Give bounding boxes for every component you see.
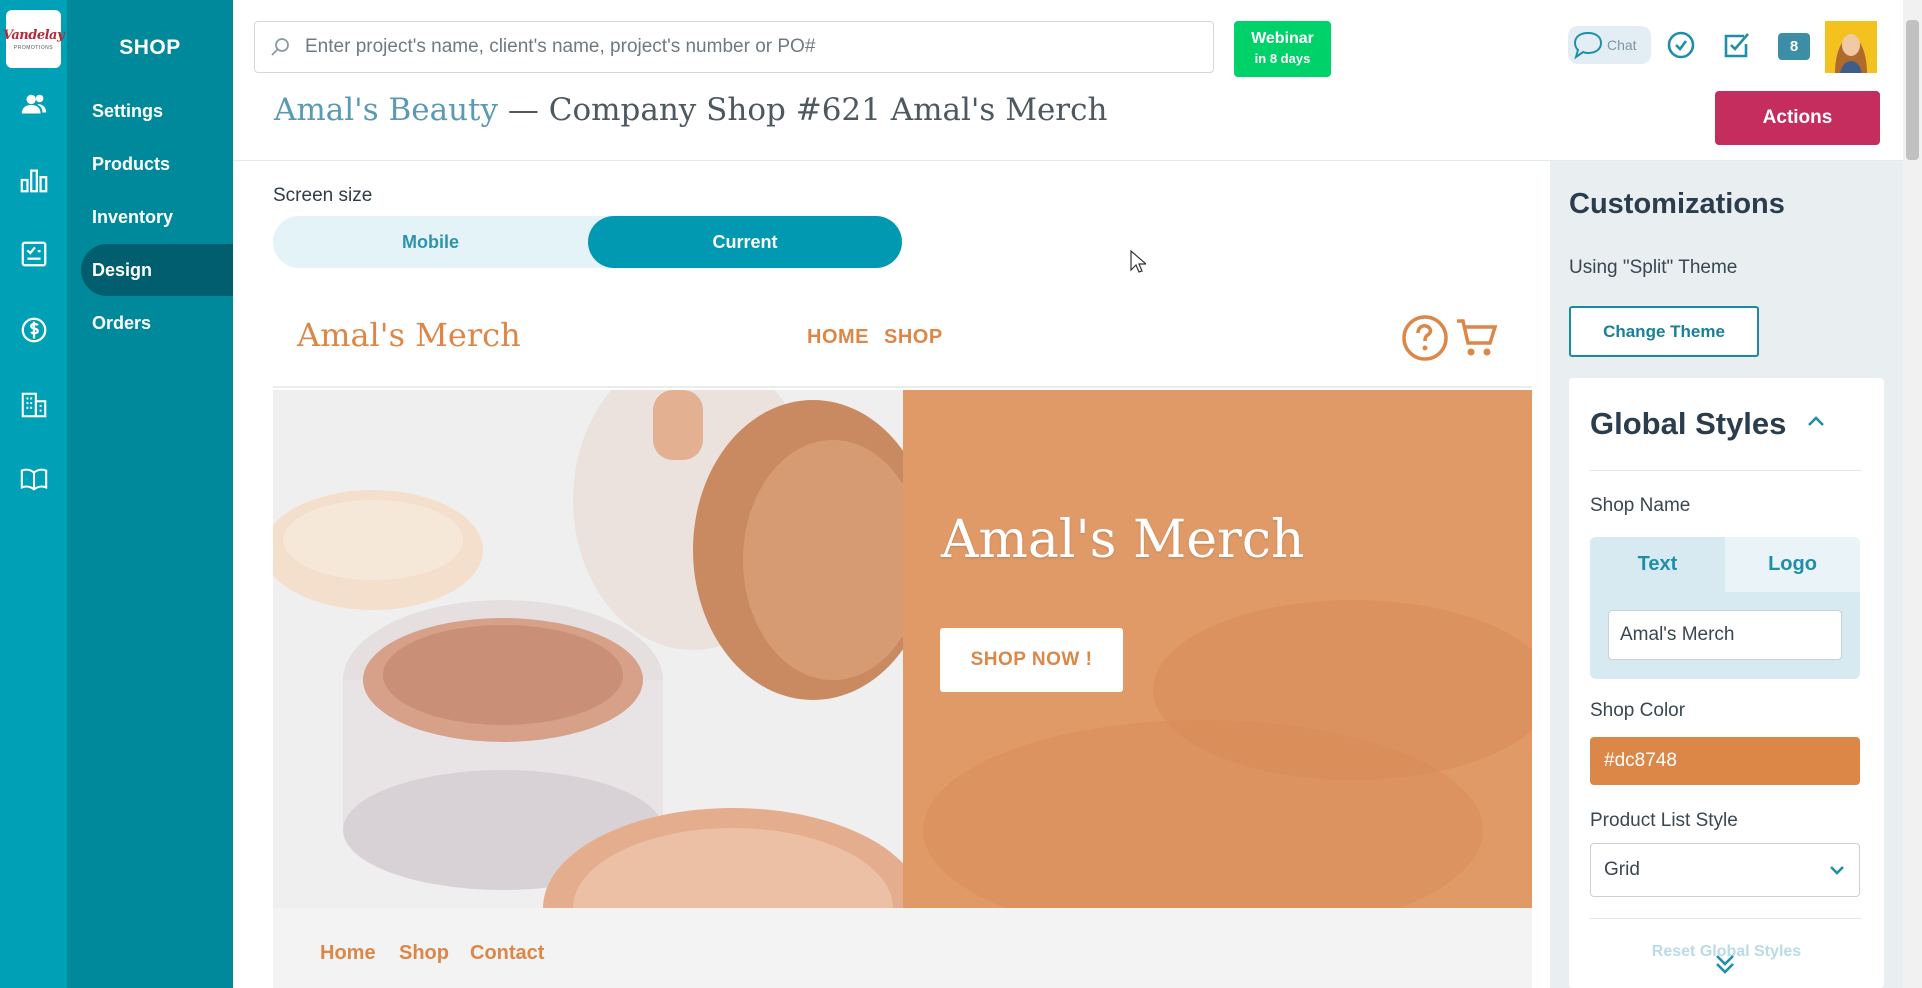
users-icon[interactable] (18, 89, 50, 121)
shop-name-label: Shop Name (1590, 495, 1691, 516)
chevron-up-icon[interactable] (1804, 410, 1828, 434)
makeup-jars-image (273, 390, 903, 908)
toggle-mobile[interactable]: Mobile (273, 216, 588, 268)
divider (1590, 918, 1862, 919)
notification-badge[interactable]: 8 (1778, 33, 1810, 60)
footer-link-shop[interactable]: Shop (399, 942, 449, 965)
change-theme-button[interactable]: Change Theme (1569, 306, 1759, 357)
bar-chart-icon[interactable] (18, 164, 50, 196)
theme-info: Using "Split" Theme (1569, 257, 1738, 278)
product-list-style-select[interactable]: Grid (1590, 843, 1860, 897)
search-input[interactable] (305, 36, 1185, 58)
mouse-cursor-icon (1130, 250, 1146, 273)
app-logo[interactable]: Vandelay PROMOTIONS (2, 10, 65, 68)
preview-brand[interactable]: Amal's Merch (297, 316, 521, 354)
product-list-style-value: Grid (1604, 859, 1640, 880)
subnav-item-design[interactable]: Design (81, 244, 233, 296)
book-icon[interactable] (18, 463, 50, 495)
screen-size-label: Screen size (273, 185, 373, 206)
shop-color-picker[interactable]: #dc8748 (1590, 737, 1860, 785)
double-chevron-down-icon[interactable] (1710, 950, 1740, 980)
customizations-panel: Customizations Using "Split" Theme Chang… (1550, 161, 1903, 988)
webinar-subtitle: in 8 days (1254, 51, 1311, 66)
preview-nav-shop[interactable]: SHOP (884, 326, 943, 349)
chevron-down-icon (1830, 866, 1844, 875)
breadcrumb-project: Company Shop #621 Amal's Merch (548, 92, 1108, 128)
shop-name-input[interactable] (1608, 610, 1842, 660)
global-styles-title: Global Styles (1590, 406, 1787, 441)
footer-link-home[interactable]: Home (320, 942, 376, 965)
shop-now-button[interactable]: SHOP NOW ! (940, 628, 1123, 692)
subnav-item-settings[interactable]: Settings (81, 85, 233, 137)
tab-text[interactable]: Text (1590, 537, 1725, 592)
chat-button[interactable]: Chat (1568, 26, 1651, 64)
shop-preview: Amal's Merch HOME SHOP Amal's Merch SHOP… (273, 296, 1532, 988)
webinar-button[interactable]: Webinar in 8 days (1234, 21, 1331, 77)
webinar-title: Webinar (1251, 30, 1314, 47)
preview-navbar: Amal's Merch HOME SHOP (273, 296, 1532, 388)
scrollbar-thumb[interactable] (1906, 20, 1919, 160)
subnav-item-orders[interactable]: Orders (81, 297, 233, 349)
global-styles-card: Global Styles Shop Name Text Logo Shop C… (1569, 378, 1884, 988)
clock-icon[interactable] (1664, 28, 1698, 62)
help-icon[interactable] (1401, 314, 1449, 362)
tab-logo[interactable]: Logo (1725, 537, 1860, 592)
preview-footer: Home Shop Contact (273, 908, 1532, 988)
dollar-icon[interactable] (18, 314, 50, 346)
customizations-title: Customizations (1569, 188, 1785, 220)
logo-text: Vandelay (2, 27, 65, 43)
tasks-icon[interactable] (1720, 28, 1754, 62)
footer-link-contact[interactable]: Contact (470, 942, 544, 965)
toggle-current[interactable]: Current (588, 216, 902, 268)
subnav-item-inventory[interactable]: Inventory (81, 191, 233, 243)
shop-color-label: Shop Color (1590, 700, 1686, 721)
avatar[interactable] (1825, 21, 1877, 73)
subnav-title: SHOP (119, 36, 181, 59)
divider (1590, 470, 1862, 471)
icon-rail: Vandelay PROMOTIONS (0, 0, 67, 988)
user-photo (1825, 21, 1877, 73)
subnav-item-products[interactable]: Products (81, 138, 233, 190)
checklist-icon[interactable] (18, 238, 50, 270)
screen-size-toggle: Mobile Current (273, 216, 902, 268)
shop-subnav: SHOP Settings Products Inventory Design … (67, 0, 233, 988)
preview-nav-home[interactable]: HOME (807, 326, 869, 349)
hero-panel: Amal's Merch SHOP NOW ! (903, 390, 1532, 908)
hero-title: Amal's Merch (941, 510, 1305, 570)
breadcrumb-client-link[interactable]: Amal's Beauty (274, 92, 498, 128)
logo-subtext: PROMOTIONS (13, 44, 54, 51)
hero-image (273, 390, 903, 908)
search-icon (271, 38, 289, 56)
page-title: Amal's Beauty — Company Shop #621 Amal's… (274, 92, 1107, 128)
search-box (254, 21, 1214, 73)
actions-button[interactable]: Actions (1715, 91, 1880, 145)
shop-name-type-tabs: Text Logo (1590, 537, 1860, 679)
chat-label: Chat (1607, 37, 1637, 53)
breadcrumb-separator: — (498, 92, 549, 128)
chat-bubble-icon (1573, 31, 1603, 60)
product-list-style-label: Product List Style (1590, 810, 1738, 831)
building-icon[interactable] (18, 389, 50, 421)
cart-icon[interactable] (1455, 316, 1499, 358)
